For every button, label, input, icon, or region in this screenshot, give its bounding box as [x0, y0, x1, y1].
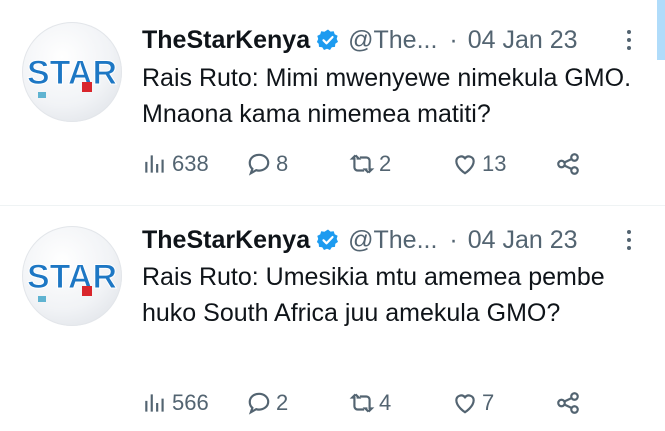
views-icon — [145, 155, 164, 173]
like-button[interactable]: 13 — [452, 151, 506, 177]
reply-icon — [248, 153, 270, 176]
like-count: 7 — [482, 390, 495, 415]
retweet-button[interactable]: 4 — [349, 390, 391, 416]
separator-dot: · — [449, 225, 458, 254]
share-button[interactable] — [555, 390, 581, 416]
tweet-actions: 566 2 4 7 — [142, 390, 592, 420]
views-button[interactable]: 566 — [142, 390, 209, 416]
views-count: 638 — [172, 151, 209, 176]
views-count: 566 — [172, 390, 209, 415]
reply-button[interactable]: 8 — [246, 151, 288, 177]
reply-button[interactable]: 2 — [246, 390, 288, 416]
tweet-text: Rais Ruto: Mimi mwenyewe nimekula GMO. M… — [142, 64, 632, 128]
tweet[interactable]: STAR TheStarKenya @The... · 04 Jan 23 Ra… — [0, 206, 665, 431]
tweet-actions: 638 8 2 13 — [142, 151, 592, 181]
tweet[interactable]: STAR TheStarKenya @The... · 04 Jan 23 Ra… — [0, 0, 665, 206]
tweet-text: Rais Ruto: Umesikia mtu amemea pembe huk… — [142, 263, 605, 327]
views-icon — [145, 394, 164, 412]
author-name[interactable]: TheStarKenya — [142, 226, 310, 255]
share-icon — [557, 392, 579, 414]
tweet-header: TheStarKenya @The... · 04 Jan 23 — [142, 23, 578, 57]
author-name[interactable]: TheStarKenya — [142, 26, 310, 55]
retweet-icon — [349, 154, 375, 174]
scrollbar[interactable] — [657, 0, 665, 60]
reply-count: 8 — [276, 151, 289, 176]
verified-badge-icon — [317, 229, 339, 250]
reply-icon — [248, 392, 270, 415]
reply-count: 2 — [276, 390, 289, 415]
star-logo-icon: STAR — [26, 258, 118, 302]
like-count: 13 — [482, 151, 507, 176]
more-options-icon[interactable] — [627, 26, 633, 54]
logo-text: STAR — [27, 258, 117, 296]
avatar[interactable]: STAR — [22, 22, 122, 122]
retweet-count: 2 — [379, 151, 392, 176]
like-button[interactable]: 7 — [452, 390, 494, 416]
retweet-icon — [349, 393, 375, 413]
views-button[interactable]: 638 — [142, 151, 209, 177]
verified-badge-icon — [317, 29, 339, 50]
retweet-count: 4 — [379, 390, 392, 415]
tweet-date[interactable]: 04 Jan 23 — [468, 26, 578, 55]
tweet-header: TheStarKenya @The... · 04 Jan 23 — [142, 223, 578, 257]
author-handle[interactable]: @The... — [348, 226, 437, 255]
tweet-date[interactable]: 04 Jan 23 — [468, 226, 578, 255]
retweet-button[interactable]: 2 — [349, 151, 391, 177]
share-icon — [557, 153, 579, 175]
more-options-icon[interactable] — [627, 226, 633, 254]
logo-text: STAR — [27, 54, 117, 92]
share-button[interactable] — [555, 151, 581, 177]
heart-icon — [455, 394, 475, 414]
heart-icon — [455, 155, 475, 175]
avatar[interactable]: STAR — [22, 226, 122, 326]
star-logo-icon: STAR — [26, 54, 118, 98]
author-handle[interactable]: @The... — [348, 26, 437, 55]
separator-dot: · — [449, 25, 458, 54]
